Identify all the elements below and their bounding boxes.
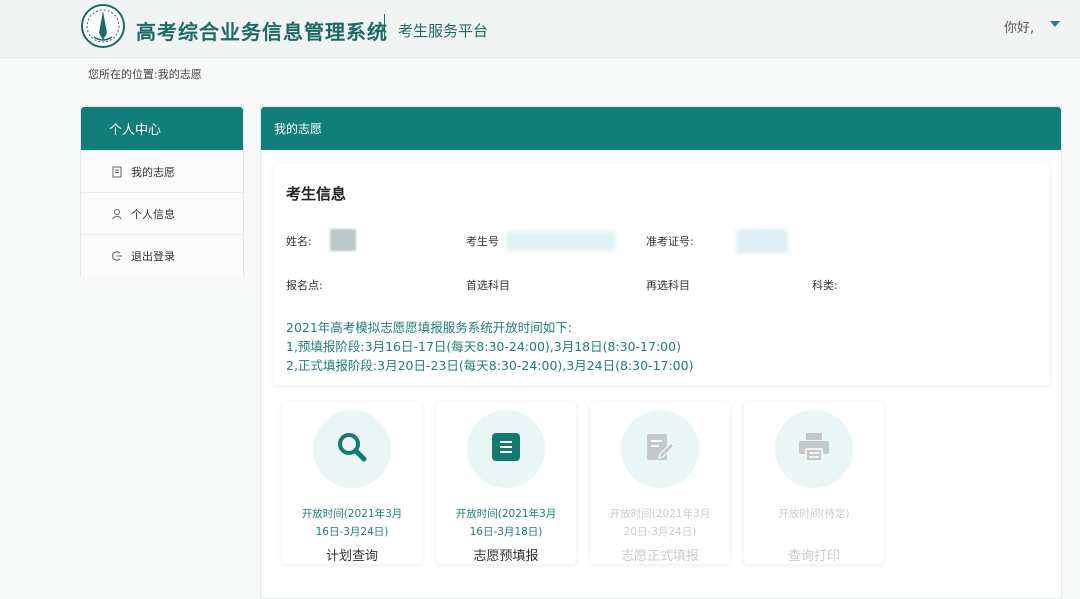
document-icon (111, 166, 123, 178)
card-time-line-1: 开放时间(2021年3月 (301, 508, 403, 520)
sidebar-item-label: 我的志愿 (131, 165, 175, 179)
card-icon-circle (621, 410, 699, 488)
exam-no-label: 考生号 (466, 235, 499, 248)
student-info-title: 考生信息 (286, 185, 347, 203)
card-time-line-2: 16日-3月24日) (315, 526, 389, 538)
card-title: 计划查询 (325, 549, 378, 564)
card-time-line-1: 开放时间(待定) (778, 508, 850, 520)
card-formal-fill[interactable]: 开放时间(2021年3月 20日-3月24日) 志愿正式填报 (590, 402, 730, 564)
title-divider (384, 14, 385, 40)
card-icon-circle (775, 410, 853, 488)
sidebar-title: 个人中心 (81, 107, 243, 150)
edit-icon (645, 432, 675, 466)
exam-no-value-redacted (506, 231, 616, 251)
printer-icon (798, 432, 830, 466)
sidebar-item-personal-info[interactable]: 个人信息 (81, 192, 243, 234)
search-icon (335, 430, 369, 468)
card-pre-fill[interactable]: 开放时间(2021年3月 16日-3月18日) 志愿预填报 (436, 402, 576, 564)
logout-icon (111, 250, 123, 262)
second-subject-label: 再选科目 (646, 279, 690, 292)
card-plan-query[interactable]: 开放时间(2021年3月 16日-3月24日) 计划查询 (282, 402, 422, 564)
card-time-line-1: 开放时间(2021年3月 (609, 508, 711, 520)
category-label: 科类: (812, 279, 838, 292)
sidebar-item-logout[interactable]: 退出登录 (81, 234, 243, 276)
card-time-line-1: 开放时间(2021年3月 (455, 508, 557, 520)
main-panel: 我的志愿 考生信息 姓名: 考生号 准考证号: 报名点: 首选科目 再选科目 科… (260, 106, 1062, 599)
sidebar-item-my-choices[interactable]: 我的志愿 (81, 150, 243, 192)
breadcrumb-prefix: 您所在的位置: (88, 68, 158, 81)
admission-no-label: 准考证号: (646, 235, 694, 248)
site-label: 报名点: (286, 279, 323, 292)
student-info-card: 考生信息 姓名: 考生号 准考证号: 报名点: 首选科目 再选科目 科类: 20… (274, 163, 1050, 385)
breadcrumb: 您所在的位置:我的志愿 (88, 66, 202, 82)
card-icon-circle (313, 410, 391, 488)
card-time-line-2: 20日-3月24日) (623, 526, 697, 538)
sidebar-item-label: 个人信息 (131, 207, 175, 221)
user-icon (111, 208, 123, 220)
notice-line-3: 2,正式填报阶段:3月20日-23日(每天8:30-24:00),3月24日(8… (286, 358, 694, 373)
card-query-print[interactable]: 开放时间(待定) 查询打印 (744, 402, 884, 564)
name-value-redacted (330, 229, 356, 251)
user-greeting[interactable]: 你好, (1004, 17, 1034, 36)
sidebar: 个人中心 我的志愿 个人信息 退出登录 (80, 106, 244, 276)
card-icon-circle (467, 410, 545, 488)
card-title: 志愿预填报 (473, 549, 539, 564)
top-header: 高考综合业务信息管理系统 考生服务平台 你好, (0, 0, 1080, 58)
system-title: 高考综合业务信息管理系统 (136, 20, 388, 44)
main-panel-title: 我的志愿 (261, 107, 1061, 150)
name-label: 姓名: (286, 235, 312, 248)
notice-line-1: 2021年高考模拟志愿愿填报服务系统开放时间如下: (286, 320, 573, 335)
card-title: 查询打印 (787, 549, 840, 564)
notice-line-2: 1,预填报阶段:3月16日-17日(每天8:30-24:00),3月18日(8:… (286, 339, 681, 354)
logo-icon (80, 3, 126, 49)
admission-no-value-redacted (736, 229, 788, 253)
first-subject-label: 首选科目 (466, 279, 510, 292)
card-time-line-2: 16日-3月18日) (469, 526, 543, 538)
card-title: 志愿正式填报 (620, 549, 699, 564)
platform-name: 考生服务平台 (398, 22, 489, 40)
caret-down-icon[interactable] (1050, 21, 1060, 27)
form-icon (491, 432, 521, 466)
sidebar-item-label: 退出登录 (131, 249, 175, 263)
breadcrumb-current: 我的志愿 (157, 68, 202, 81)
